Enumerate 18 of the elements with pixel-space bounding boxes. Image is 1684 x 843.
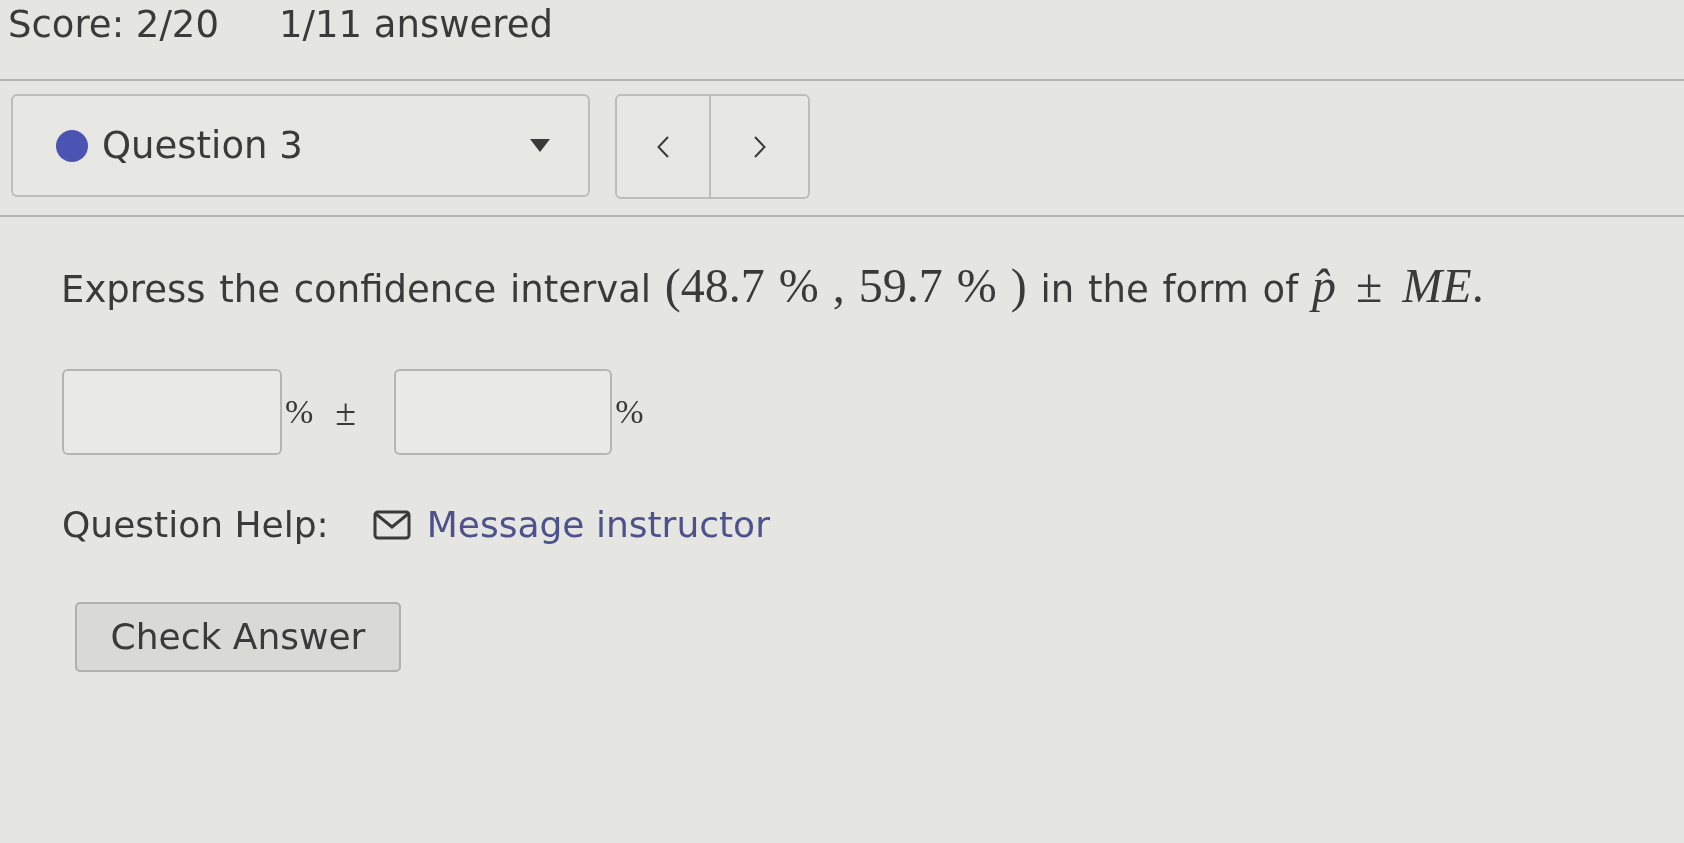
answer-input[interactable] (62, 369, 282, 455)
caret-icon (530, 139, 550, 152)
check-answer-button[interactable]: Check Answer (75, 602, 401, 672)
chevron-right-icon (753, 135, 766, 158)
question-help-label: Question Help: (62, 503, 329, 547)
percent-sign: % (285, 392, 314, 432)
score-text: Score: 2/20 (8, 2, 219, 48)
next-button[interactable] (711, 94, 810, 199)
previous-button[interactable] (615, 94, 711, 199)
envelope-icon (372, 510, 411, 540)
question-text: Express the confidence interval (48.7 % , 59.7 % ) in the form of p̂ ± ME. (61, 258, 1484, 315)
answered-count: 1/11 answered (278, 2, 553, 48)
question-dropdown[interactable]: Question 3 (11, 94, 590, 197)
margin-input[interactable] (394, 369, 613, 455)
chevron-left-icon (657, 135, 669, 158)
message-instructor-link[interactable]: Message instructor (372, 502, 770, 548)
plus-minus-sign: ± (335, 392, 357, 432)
percent-sign: % (615, 392, 644, 432)
